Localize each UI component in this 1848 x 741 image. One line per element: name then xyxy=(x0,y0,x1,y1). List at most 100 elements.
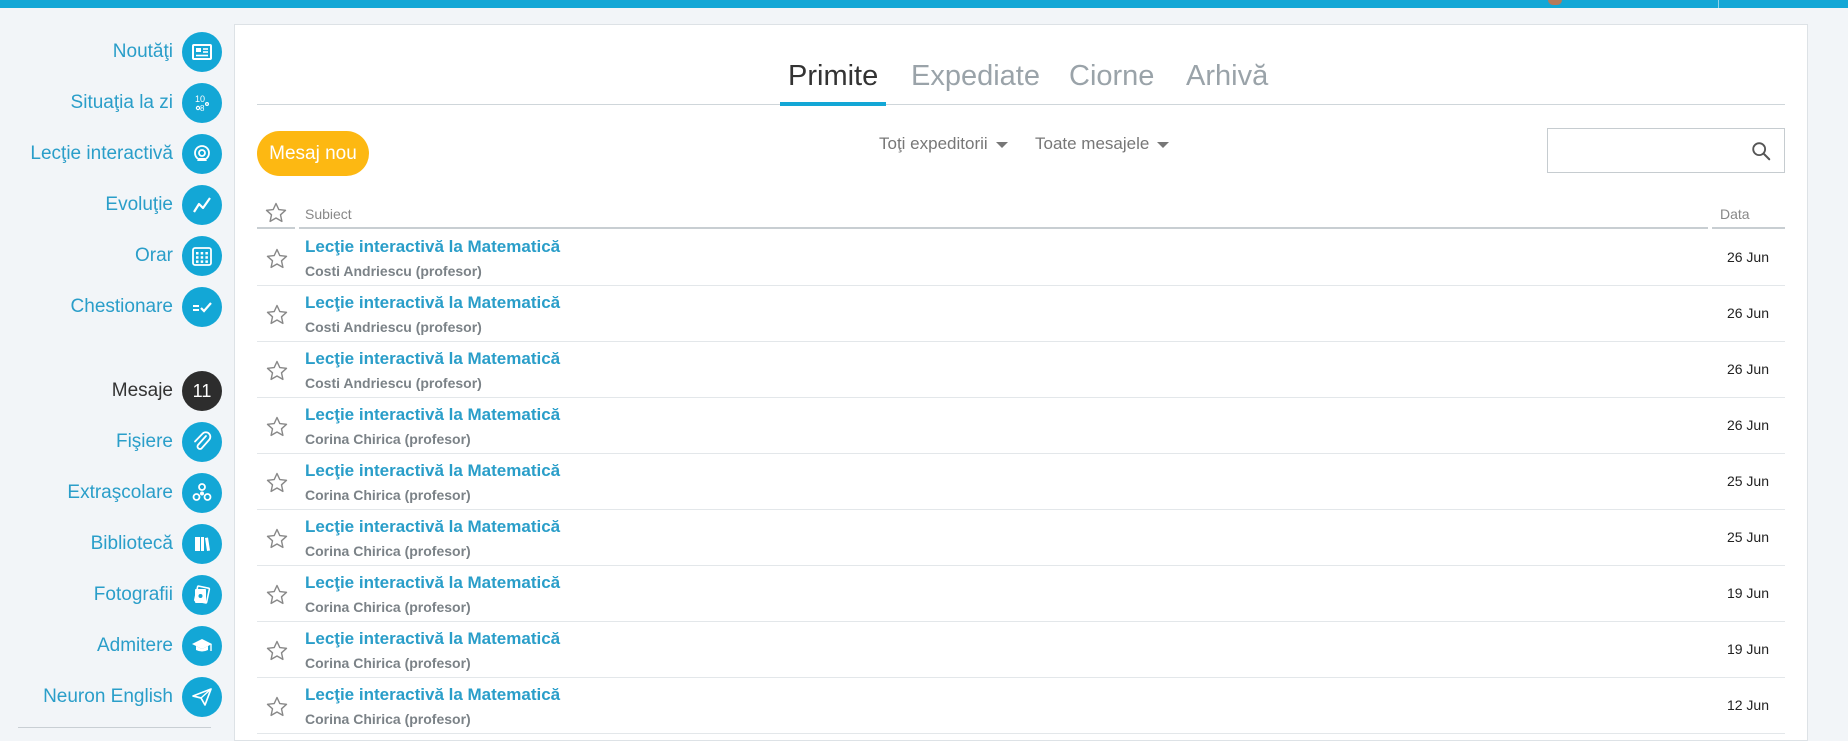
message-sender: Corina Chirica (profesor) xyxy=(305,655,471,671)
chevron-down-icon xyxy=(1157,142,1170,148)
webcam-icon xyxy=(182,134,222,174)
message-subject[interactable]: Lecţie interactivă la Matematică xyxy=(305,629,560,649)
trend-chart-icon xyxy=(182,185,222,225)
message-subject[interactable]: Lecţie interactivă la Matematică xyxy=(305,461,560,481)
message-subject[interactable]: Lecţie interactivă la Matematică xyxy=(305,349,560,369)
sidebar-item-biblioteca[interactable]: Bibliotecă xyxy=(91,522,222,566)
sidebar-item-chestionare[interactable]: Chestionare xyxy=(71,285,222,329)
message-filter-label: Toate mesajele xyxy=(1035,134,1150,153)
sidebar-item-extrascolare[interactable]: Extraşcolare xyxy=(67,471,222,515)
message-subject[interactable]: Lecţie interactivă la Matematică xyxy=(305,517,560,537)
checklist-icon xyxy=(182,287,222,327)
search-icon[interactable] xyxy=(1750,140,1772,162)
star-icon[interactable] xyxy=(265,583,289,607)
sidebar-item-mesaje[interactable]: Mesaje 11 xyxy=(112,369,222,413)
chevron-down-icon xyxy=(995,142,1008,148)
search-box xyxy=(1547,128,1785,173)
message-list: Lecţie interactivă la Matematică Costi A… xyxy=(257,230,1785,734)
sidebar-item-noutati[interactable]: Noutăţi xyxy=(113,30,222,74)
sidebar-item-label: Mesaje xyxy=(111,380,173,401)
message-subject[interactable]: Lecţie interactivă la Matematică xyxy=(305,405,560,425)
sidebar-item-orar[interactable]: Orar xyxy=(135,234,222,278)
messages-panel: Primite Expediate Ciorne Arhivă Mesaj no… xyxy=(234,24,1808,741)
message-row[interactable]: Lecţie interactivă la Matematică Corina … xyxy=(257,398,1785,454)
tab-arhiva[interactable]: Arhivă xyxy=(1186,60,1268,93)
sidebar-item-evolutie[interactable]: Evoluţie xyxy=(105,183,222,227)
message-date: 19 Jun xyxy=(1726,585,1770,601)
search-input[interactable] xyxy=(1548,129,1738,172)
top-bar xyxy=(0,0,1848,8)
unread-count-badge: 11 xyxy=(182,371,222,411)
message-subject[interactable]: Lecţie interactivă la Matematică xyxy=(305,685,560,705)
sidebar-item-label: Fişiere xyxy=(115,431,173,452)
svg-text:8: 8 xyxy=(200,104,205,113)
message-date: 19 Jun xyxy=(1726,641,1770,657)
user-avatar[interactable] xyxy=(1548,0,1562,5)
star-icon[interactable] xyxy=(264,201,288,225)
star-icon[interactable] xyxy=(265,415,289,439)
new-message-button[interactable]: Mesaj nou xyxy=(257,131,369,176)
message-row[interactable]: Lecţie interactivă la Matematică Costi A… xyxy=(257,230,1785,286)
paperclip-icon xyxy=(182,422,222,462)
table-header: Subiect Data xyxy=(257,199,1785,229)
tab-expediate[interactable]: Expediate xyxy=(911,60,1040,93)
column-header-date[interactable]: Data xyxy=(1712,199,1785,229)
newspaper-icon xyxy=(182,32,222,72)
books-icon xyxy=(182,524,222,564)
sidebar-item-admitere[interactable]: Admitere xyxy=(97,624,222,668)
tab-primite[interactable]: Primite xyxy=(788,60,878,93)
message-row[interactable]: Lecţie interactivă la Matematică Corina … xyxy=(257,566,1785,622)
sidebar-item-label: Situaţia la zi xyxy=(70,92,173,113)
header-star-cell xyxy=(257,199,295,229)
message-subject[interactable]: Lecţie interactivă la Matematică xyxy=(305,573,560,593)
sidebar-item-label: Admitere xyxy=(96,635,173,656)
top-bar-separator xyxy=(1718,0,1719,8)
message-subject[interactable]: Lecţie interactivă la Matematică xyxy=(305,237,560,257)
messages-table: Subiect Data Lecţie interactivă la Matem… xyxy=(257,199,1785,734)
sidebar-item-label: Bibliotecă xyxy=(90,533,173,554)
sidebar-item-lectie-interactiva[interactable]: Lecţie interactivă xyxy=(30,132,222,176)
paper-plane-icon xyxy=(182,677,222,717)
sidebar-item-neuron-english[interactable]: Neuron English xyxy=(43,675,222,719)
message-sender: Corina Chirica (profesor) xyxy=(305,711,471,727)
message-sender: Corina Chirica (profesor) xyxy=(305,487,471,503)
tabs-divider xyxy=(257,104,1785,105)
message-sender: Corina Chirica (profesor) xyxy=(305,543,471,559)
tab-ciorne[interactable]: Ciorne xyxy=(1069,60,1154,93)
message-subject[interactable]: Lecţie interactivă la Matematică xyxy=(305,293,560,313)
message-row[interactable]: Lecţie interactivă la Matematică Corina … xyxy=(257,510,1785,566)
star-icon[interactable] xyxy=(265,695,289,719)
star-icon[interactable] xyxy=(265,303,289,327)
message-date: 12 Jun xyxy=(1726,697,1770,713)
sidebar-item-label: Evoluţie xyxy=(105,194,173,215)
sidebar-item-fisiere[interactable]: Fişiere xyxy=(116,420,222,464)
star-icon[interactable] xyxy=(265,527,289,551)
message-row[interactable]: Lecţie interactivă la Matematică Costi A… xyxy=(257,286,1785,342)
message-sender: Costi Andriescu (profesor) xyxy=(305,263,482,279)
star-icon[interactable] xyxy=(265,471,289,495)
message-sender: Corina Chirica (profesor) xyxy=(305,431,471,447)
sidebar: Noutăţi Situaţia la zi 10 8 Lecţie intera… xyxy=(0,18,232,741)
star-icon[interactable] xyxy=(265,359,289,383)
message-date: 26 Jun xyxy=(1726,361,1770,377)
star-icon[interactable] xyxy=(265,247,289,271)
message-row[interactable]: Lecţie interactivă la Matematică Costi A… xyxy=(257,342,1785,398)
message-sender: Costi Andriescu (profesor) xyxy=(305,319,482,335)
active-tab-indicator xyxy=(780,102,886,106)
message-filter-dropdown[interactable]: Toate mesajele xyxy=(1035,134,1170,154)
star-icon[interactable] xyxy=(265,639,289,663)
sidebar-divider xyxy=(18,727,211,728)
message-date: 25 Jun xyxy=(1726,473,1770,489)
sidebar-item-label: Lecţie interactivă xyxy=(30,143,173,164)
message-row[interactable]: Lecţie interactivă la Matematică Corina … xyxy=(257,454,1785,510)
message-row[interactable]: Lecţie interactivă la Matematică Corina … xyxy=(257,622,1785,678)
message-row[interactable]: Lecţie interactivă la Matematică Corina … xyxy=(257,678,1785,734)
sidebar-item-fotografii[interactable]: Fotografii xyxy=(94,573,222,617)
sidebar-item-label: Orar xyxy=(135,245,173,266)
column-header-subject[interactable]: Subiect xyxy=(299,199,1708,229)
sidebar-item-situatia[interactable]: Situaţia la zi 10 8 xyxy=(71,81,222,125)
graduation-cap-icon xyxy=(182,626,222,666)
sender-filter-dropdown[interactable]: Toţi expeditorii xyxy=(879,134,1008,154)
svg-text:10: 10 xyxy=(195,94,205,104)
message-date: 26 Jun xyxy=(1726,417,1770,433)
